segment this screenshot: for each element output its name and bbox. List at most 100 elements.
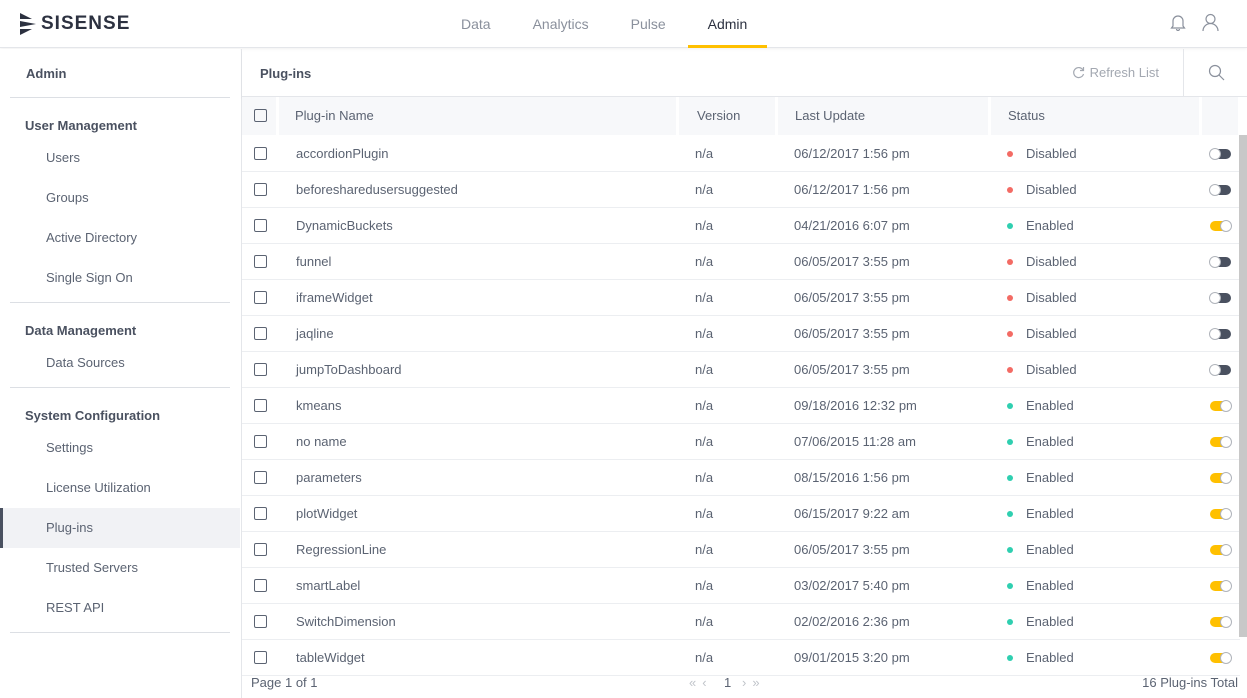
- plugin-status: Enabled: [1007, 218, 1074, 233]
- plugin-toggle[interactable]: [1210, 399, 1232, 412]
- row-checkbox[interactable]: [254, 291, 267, 304]
- table-footer: Page 1 of 1 «‹ 1 ›» 16 Plug-ins Total: [242, 675, 1247, 695]
- user-icon[interactable]: [1202, 13, 1219, 31]
- table-row: funnel n/a 06/05/2017 3:55 pm Disabled: [242, 244, 1240, 280]
- plugin-name: accordionPlugin: [296, 146, 389, 161]
- status-text: Enabled: [1026, 470, 1074, 485]
- refresh-list-button[interactable]: Refresh List: [1072, 65, 1159, 80]
- status-text: Enabled: [1026, 650, 1074, 665]
- sidebar-item-rest-api[interactable]: REST API: [0, 588, 240, 628]
- status-dot-icon: [1007, 582, 1013, 589]
- pager-next[interactable]: ›»: [742, 675, 766, 690]
- plugin-status: Enabled: [1007, 398, 1074, 413]
- status-text: Disabled: [1026, 182, 1077, 197]
- scrollbar[interactable]: [1239, 135, 1247, 637]
- search-button[interactable]: [1183, 49, 1247, 97]
- plugin-version: n/a: [695, 398, 714, 413]
- plugin-toggle[interactable]: [1210, 543, 1232, 556]
- plugin-toggle[interactable]: [1209, 291, 1231, 304]
- table-row: no name n/a 07/06/2015 11:28 am Enabled: [242, 424, 1240, 460]
- table-row: kmeans n/a 09/18/2016 12:32 pm Enabled: [242, 388, 1240, 424]
- select-all-checkbox[interactable]: [254, 109, 267, 122]
- pager-prev[interactable]: «‹: [689, 675, 713, 690]
- col-version[interactable]: Version: [679, 97, 775, 135]
- sidebar-item-groups[interactable]: Groups: [0, 178, 240, 218]
- plugin-status: Disabled: [1007, 182, 1077, 197]
- plugin-name: beforesharedusersuggested: [296, 182, 458, 197]
- plugin-toggle[interactable]: [1209, 255, 1231, 268]
- plugin-status: Enabled: [1007, 506, 1074, 521]
- plugin-toggle[interactable]: [1209, 327, 1231, 340]
- sidebar-group-title: Data Management: [25, 323, 137, 338]
- nav-tab-pulse[interactable]: Pulse: [611, 0, 686, 48]
- plugin-toggle[interactable]: [1210, 435, 1232, 448]
- plugin-toggle[interactable]: [1210, 219, 1232, 232]
- plugin-version: n/a: [695, 362, 714, 377]
- row-checkbox[interactable]: [254, 435, 267, 448]
- search-icon: [1208, 64, 1225, 81]
- nav-tab-admin[interactable]: Admin: [687, 0, 768, 48]
- col-last-update[interactable]: Last Update: [778, 97, 988, 135]
- plugin-status: Disabled: [1007, 326, 1077, 341]
- plugin-name: funnel: [296, 254, 332, 269]
- row-checkbox[interactable]: [254, 183, 267, 196]
- plugin-name: no name: [296, 434, 347, 449]
- sidebar-item-users[interactable]: Users: [0, 138, 240, 178]
- sisense-logo[interactable]: SISENSE: [20, 13, 130, 35]
- row-checkbox[interactable]: [254, 363, 267, 376]
- status-text: Enabled: [1026, 434, 1074, 449]
- sidebar-item-settings[interactable]: Settings: [0, 428, 240, 468]
- status-text: Disabled: [1026, 290, 1077, 305]
- row-checkbox[interactable]: [254, 219, 267, 232]
- table-row: RegressionLine n/a 06/05/2017 3:55 pm En…: [242, 532, 1240, 568]
- plugin-name: plotWidget: [296, 506, 358, 521]
- col-name[interactable]: Plug-in Name: [279, 97, 676, 135]
- plugin-toggle[interactable]: [1210, 507, 1232, 520]
- plugin-status: Enabled: [1007, 578, 1074, 593]
- plugin-status: Enabled: [1007, 650, 1074, 665]
- sidebar-item-plug-ins[interactable]: Plug-ins: [0, 508, 240, 548]
- plugin-version: n/a: [695, 290, 714, 305]
- status-text: Enabled: [1026, 398, 1074, 413]
- status-text: Enabled: [1026, 542, 1074, 557]
- nav-tab-data[interactable]: Data: [441, 0, 511, 48]
- col-status[interactable]: Status: [991, 97, 1199, 135]
- plugin-last-update: 09/01/2015 3:20 pm: [794, 650, 910, 665]
- plugin-version: n/a: [695, 578, 714, 593]
- sidebar-item-trusted-servers[interactable]: Trusted Servers: [0, 548, 240, 588]
- plugins-panel: Plug-ins Refresh List Plug-in Name Versi…: [241, 49, 1247, 698]
- sidebar-item-single-sign-on[interactable]: Single Sign On: [0, 258, 240, 298]
- sidebar-item-data-sources[interactable]: Data Sources: [0, 343, 240, 383]
- plugin-toggle[interactable]: [1210, 471, 1232, 484]
- plugin-toggle[interactable]: [1210, 651, 1232, 664]
- row-checkbox[interactable]: [254, 507, 267, 520]
- nav-tab-analytics[interactable]: Analytics: [513, 0, 609, 48]
- plugin-status: Enabled: [1007, 542, 1074, 557]
- row-checkbox[interactable]: [254, 579, 267, 592]
- row-checkbox[interactable]: [254, 327, 267, 340]
- plugin-toggle[interactable]: [1209, 183, 1231, 196]
- plugin-toggle[interactable]: [1209, 363, 1231, 376]
- plugin-last-update: 04/21/2016 6:07 pm: [794, 218, 910, 233]
- current-page[interactable]: 1: [724, 675, 731, 690]
- plugin-toggle[interactable]: [1210, 579, 1232, 592]
- row-checkbox[interactable]: [254, 651, 267, 664]
- table-row: beforesharedusersuggested n/a 06/12/2017…: [242, 172, 1240, 208]
- row-checkbox[interactable]: [254, 255, 267, 268]
- row-checkbox[interactable]: [254, 147, 267, 160]
- plugin-name: DynamicBuckets: [296, 218, 393, 233]
- bell-icon[interactable]: [1170, 13, 1186, 31]
- plugin-toggle[interactable]: [1210, 615, 1232, 628]
- row-checkbox[interactable]: [254, 543, 267, 556]
- sidebar-item-active-directory[interactable]: Active Directory: [0, 218, 240, 258]
- table-header: Plug-in Name Version Last Update Status: [242, 97, 1247, 135]
- table-row: DynamicBuckets n/a 04/21/2016 6:07 pm En…: [242, 208, 1240, 244]
- plugin-toggle[interactable]: [1209, 147, 1231, 160]
- plugin-name: parameters: [296, 470, 362, 485]
- row-checkbox[interactable]: [254, 615, 267, 628]
- sidebar-group: Data Management Data Sources: [10, 303, 230, 388]
- sidebar-item-license-utilization[interactable]: License Utilization: [0, 468, 240, 508]
- row-checkbox[interactable]: [254, 471, 267, 484]
- row-checkbox[interactable]: [254, 399, 267, 412]
- table-row: smartLabel n/a 03/02/2017 5:40 pm Enable…: [242, 568, 1240, 604]
